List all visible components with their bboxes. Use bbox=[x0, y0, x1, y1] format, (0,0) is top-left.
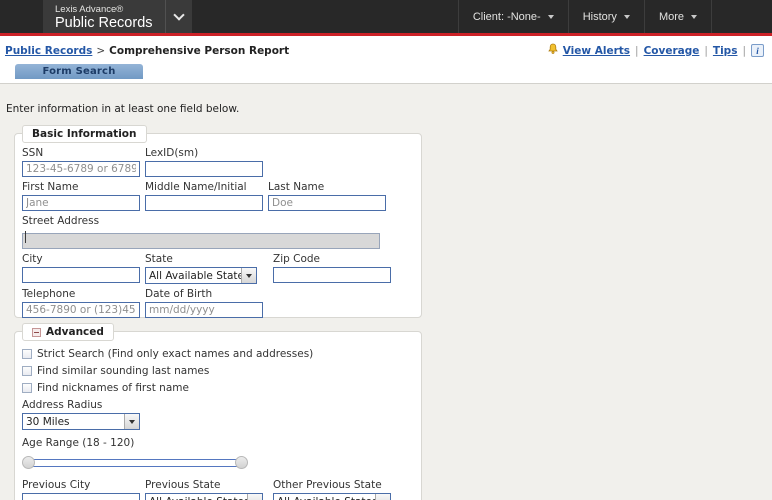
state-select-value: All Available States bbox=[146, 270, 241, 282]
slider-track[interactable] bbox=[28, 459, 242, 467]
history-menu-label: History bbox=[583, 11, 617, 23]
ssn-input[interactable] bbox=[22, 161, 140, 177]
client-menu[interactable]: Client: -None- bbox=[458, 0, 568, 33]
address-radius-select[interactable]: 30 Miles bbox=[22, 413, 140, 430]
brand-block[interactable]: Lexis Advance® Public Records bbox=[43, 0, 192, 33]
first-name-label: First Name bbox=[22, 181, 140, 193]
ssn-label: SSN bbox=[22, 147, 140, 159]
caret-down-icon bbox=[691, 15, 697, 19]
history-menu[interactable]: History bbox=[568, 0, 644, 33]
telephone-input[interactable] bbox=[22, 302, 140, 318]
similar-sounding-label: Find similar sounding last names bbox=[37, 365, 209, 377]
dropdown-arrow-icon[interactable] bbox=[375, 494, 390, 500]
more-menu[interactable]: More bbox=[644, 0, 712, 33]
breadcrumb-band: Public Records > Comprehensive Person Repo… bbox=[0, 36, 772, 84]
dropdown-arrow-icon[interactable] bbox=[247, 494, 262, 500]
state-select[interactable]: All Available States bbox=[145, 267, 257, 284]
strict-search-option: Strict Search (Find only exact names and… bbox=[22, 348, 414, 360]
nicknames-label: Find nicknames of first name bbox=[37, 382, 189, 394]
address-radius-value: 30 Miles bbox=[23, 416, 124, 428]
lexid-label: LexID(sm) bbox=[145, 147, 263, 159]
top-navigation: Client: -None- History More bbox=[458, 0, 712, 33]
chevron-down-icon bbox=[173, 9, 184, 20]
info-icon[interactable]: i bbox=[751, 44, 764, 57]
advanced-section: Advanced Strict Search (Find only exact … bbox=[14, 331, 422, 500]
basic-information-legend: Basic Information bbox=[22, 125, 147, 143]
previous-state-label: Previous State bbox=[145, 479, 268, 491]
form-instruction: Enter information in at least one field … bbox=[6, 103, 239, 115]
advanced-legend-text: Advanced bbox=[46, 326, 104, 338]
lexid-input[interactable] bbox=[145, 161, 263, 177]
other-previous-state-label: Other Previous State bbox=[273, 479, 391, 491]
caret-down-icon bbox=[548, 15, 554, 19]
street-address-input[interactable] bbox=[22, 233, 380, 249]
date-of-birth-input[interactable] bbox=[145, 302, 263, 318]
product-switcher-button[interactable] bbox=[165, 0, 192, 33]
first-name-input[interactable] bbox=[22, 195, 140, 211]
telephone-label: Telephone bbox=[22, 288, 140, 300]
address-radius-label: Address Radius bbox=[22, 399, 414, 411]
nicknames-checkbox[interactable] bbox=[22, 383, 32, 393]
date-of-birth-label: Date of Birth bbox=[145, 288, 263, 300]
age-range-slider bbox=[22, 456, 248, 470]
similar-sounding-checkbox[interactable] bbox=[22, 366, 32, 376]
brand-line2: Public Records bbox=[55, 15, 153, 31]
strict-search-checkbox[interactable] bbox=[22, 349, 32, 359]
zip-code-input[interactable] bbox=[273, 267, 391, 283]
tips-link[interactable]: Tips bbox=[713, 45, 738, 57]
city-label: City bbox=[22, 253, 140, 265]
text-cursor bbox=[25, 231, 26, 243]
previous-city-input[interactable] bbox=[22, 493, 140, 500]
city-input[interactable] bbox=[22, 267, 140, 283]
slider-handle-min[interactable] bbox=[22, 456, 35, 469]
breadcrumb-link-public-records[interactable]: Public Records bbox=[5, 45, 92, 57]
more-menu-label: More bbox=[659, 11, 684, 23]
previous-state-value: All Available States bbox=[146, 496, 247, 500]
other-previous-state-value: All Available States bbox=[274, 496, 375, 500]
strict-search-label: Strict Search (Find only exact names and… bbox=[37, 348, 313, 360]
basic-information-section: Basic Information SSN LexID(sm) First Na… bbox=[14, 133, 422, 318]
age-range-label: Age Range (18 - 120) bbox=[22, 437, 414, 449]
dropdown-arrow-icon[interactable] bbox=[124, 414, 139, 429]
state-label: State bbox=[145, 253, 268, 265]
similar-sounding-option: Find similar sounding last names bbox=[22, 365, 414, 377]
page-title: Comprehensive Person Report bbox=[109, 45, 289, 57]
top-header-bar: Lexis Advance® Public Records Client: -N… bbox=[0, 0, 772, 33]
client-menu-label: Client: -None- bbox=[473, 11, 541, 23]
zip-code-label: Zip Code bbox=[273, 253, 391, 265]
last-name-label: Last Name bbox=[268, 181, 386, 193]
dropdown-arrow-icon[interactable] bbox=[241, 268, 256, 283]
previous-state-select[interactable]: All Available States bbox=[145, 493, 263, 500]
view-alerts-link[interactable]: View Alerts bbox=[563, 45, 630, 57]
bell-icon bbox=[547, 43, 559, 58]
collapse-minus-icon[interactable] bbox=[32, 328, 41, 337]
middle-name-input[interactable] bbox=[145, 195, 263, 211]
last-name-input[interactable] bbox=[268, 195, 386, 211]
middle-name-label: Middle Name/Initial bbox=[145, 181, 263, 193]
caret-down-icon bbox=[624, 15, 630, 19]
coverage-link[interactable]: Coverage bbox=[644, 45, 700, 57]
other-previous-state-select[interactable]: All Available States bbox=[273, 493, 391, 500]
slider-handle-max[interactable] bbox=[235, 456, 248, 469]
nicknames-option: Find nicknames of first name bbox=[22, 382, 414, 394]
brand-logo[interactable]: Lexis Advance® Public Records bbox=[43, 0, 165, 33]
tab-form-search[interactable]: Form Search bbox=[15, 64, 143, 79]
brand-line1: Lexis Advance® bbox=[55, 4, 153, 15]
previous-city-label: Previous City bbox=[22, 479, 140, 491]
street-address-label: Street Address bbox=[22, 215, 380, 227]
breadcrumb-separator: > bbox=[96, 45, 105, 57]
advanced-legend: Advanced bbox=[22, 323, 114, 341]
breadcrumb: Public Records > Comprehensive Person Repo… bbox=[5, 45, 289, 57]
utility-links: View Alerts | Coverage | Tips | i bbox=[547, 43, 764, 58]
